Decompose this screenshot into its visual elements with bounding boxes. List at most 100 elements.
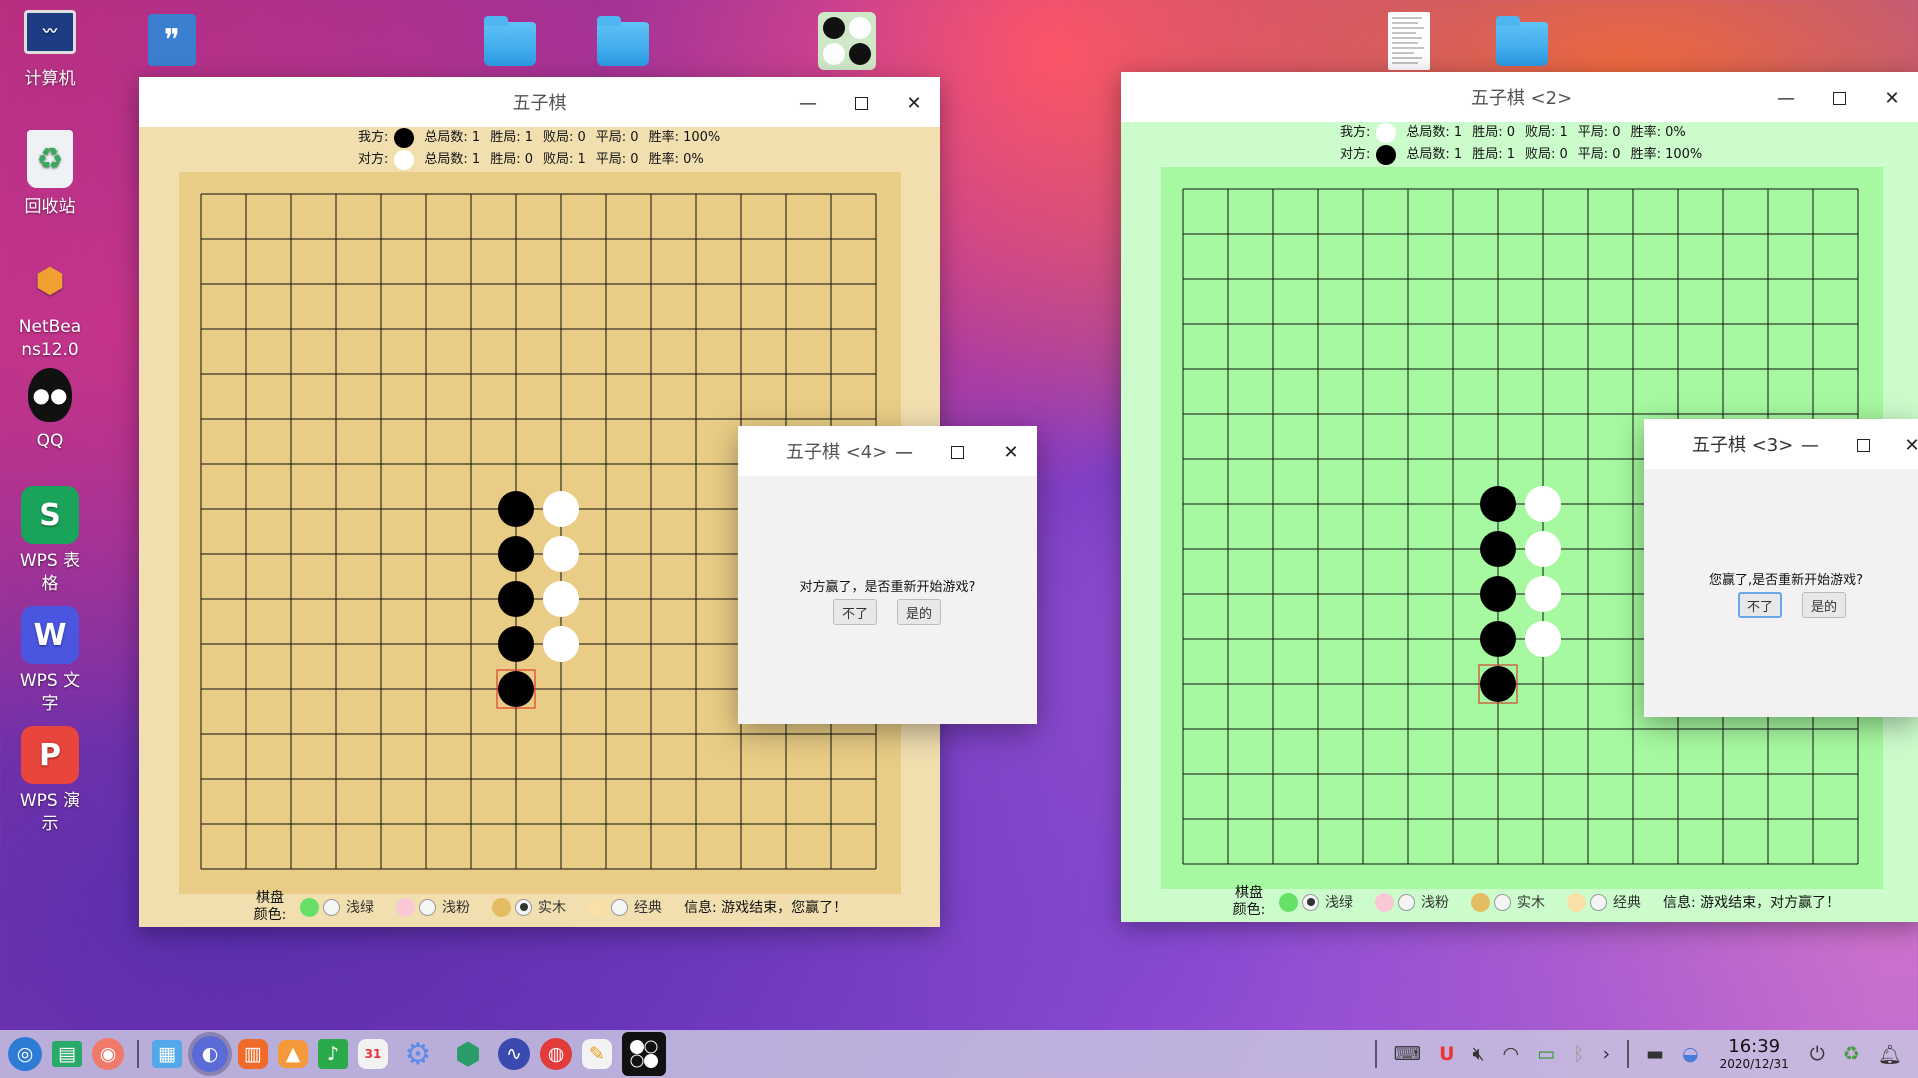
stat-total: 总局数: 1 xyxy=(424,152,481,167)
radio-button[interactable] xyxy=(419,898,436,916)
dialog-titlebar[interactable]: 五子棋 <4> — ✕ xyxy=(738,426,1037,476)
black-stone xyxy=(498,581,534,617)
desktop-icon-qq[interactable]: ●● QQ xyxy=(0,368,100,455)
calendar-icon[interactable]: 31 xyxy=(358,1039,388,1069)
maximize-button[interactable] xyxy=(1821,80,1857,116)
board-color-label: 棋盘 颜色: xyxy=(1232,885,1266,918)
gomoku-taskbar-icon[interactable] xyxy=(622,1032,666,1076)
radio-button[interactable] xyxy=(323,898,340,916)
image-viewer-icon[interactable]: ▲ xyxy=(278,1040,308,1068)
network-sync-icon[interactable]: ◒ xyxy=(1682,1043,1699,1065)
file-manager-icon[interactable]: ▦ xyxy=(152,1040,182,1068)
stat-winrate: 胜率: 0% xyxy=(648,152,704,167)
desktop-icon-computer[interactable]: 〰 计算机 xyxy=(0,10,100,93)
security-u-icon[interactable]: U xyxy=(1439,1043,1454,1065)
bluetooth-icon[interactable]: ᛒ xyxy=(1573,1043,1584,1065)
yes-button[interactable]: 是的 xyxy=(897,599,941,625)
window-titlebar[interactable]: 五子棋 — ✕ xyxy=(139,77,940,127)
close-button[interactable]: ✕ xyxy=(993,434,1029,470)
input-method-icon[interactable]: ▬ xyxy=(1646,1043,1664,1065)
clock-time: 16:39 xyxy=(1728,1036,1781,1057)
white-stone xyxy=(543,581,579,617)
color-option-light-green[interactable]: 浅绿 xyxy=(300,897,374,917)
maximize-button[interactable] xyxy=(1845,427,1881,463)
browser-icon[interactable]: ◐ xyxy=(192,1036,228,1072)
radio-button[interactable] xyxy=(611,898,628,916)
black-stone xyxy=(1480,666,1516,702)
desktop-icon-wps-presentation[interactable]: P WPS 演 示 xyxy=(0,726,100,836)
media-icon[interactable]: ◍ xyxy=(540,1038,572,1070)
yes-button[interactable]: 是的 xyxy=(1802,592,1846,618)
software-store-icon[interactable]: ▥ xyxy=(238,1039,268,1069)
volume-muted-icon[interactable]: 🔇︎ xyxy=(1473,1043,1485,1065)
color-swatch xyxy=(396,897,415,917)
maximize-button[interactable] xyxy=(939,434,975,470)
battery-icon[interactable]: ▭ xyxy=(1537,1043,1555,1065)
radio-button[interactable] xyxy=(1398,893,1415,911)
restart-dialog-4: 五子棋 <4> — ✕ 对方赢了，是否重新开始游戏? 不了 是的 xyxy=(738,426,1037,724)
stat-wins: 胜局: 1 xyxy=(490,130,533,145)
black-stone xyxy=(1480,576,1516,612)
radio-button-selected[interactable] xyxy=(1302,893,1319,911)
color-option-light-pink[interactable]: 浅粉 xyxy=(396,897,470,917)
color-swatch xyxy=(1471,892,1490,912)
draw-app-icon[interactable]: ✎ xyxy=(582,1039,612,1069)
stat-wins: 胜局: 1 xyxy=(1472,147,1515,162)
recycle-tray-icon[interactable]: ♻ xyxy=(1843,1043,1860,1065)
white-stone xyxy=(543,536,579,572)
gomoku-stones-icon xyxy=(630,1040,658,1068)
clock[interactable]: 16:39 2020/12/31 xyxy=(1720,1036,1789,1072)
color-option-light-pink[interactable]: 浅粉 xyxy=(1375,892,1449,912)
close-button[interactable]: ✕ xyxy=(1894,427,1918,463)
taskbar: ◎ ▤ ◉ ▦ ◐ ▥ ▲ ♪ 31 ⚙ ⬢ ∿ ◍ ✎ ⌨ U 🔇︎ ◠ ▭ … xyxy=(0,1030,1918,1078)
close-button[interactable]: ✕ xyxy=(1874,80,1910,116)
desktop-icon-recycle-bin[interactable]: ♻ 回收站 xyxy=(0,130,100,221)
minimize-button[interactable]: — xyxy=(886,434,922,470)
wifi-icon[interactable]: ◠ xyxy=(1503,1043,1520,1065)
close-button[interactable]: ✕ xyxy=(896,85,932,121)
desktop-icon-wps-sheet[interactable]: S WPS 表 格 xyxy=(0,486,100,596)
text-file-icon[interactable] xyxy=(1388,12,1430,70)
dialog-titlebar[interactable]: 五子棋 <3> — ✕ xyxy=(1644,419,1918,469)
color-option-wood[interactable]: 实木 xyxy=(1471,892,1545,912)
radio-button-selected[interactable] xyxy=(515,898,532,916)
stat-total: 总局数: 1 xyxy=(1406,125,1463,140)
gomoku-app-icon[interactable] xyxy=(818,12,876,70)
screen-recorder-icon[interactable]: ◉ xyxy=(92,1038,124,1070)
window-titlebar[interactable]: 五子棋 <2> — ✕ xyxy=(1121,72,1918,122)
folder-icon[interactable] xyxy=(484,16,536,66)
maximize-button[interactable] xyxy=(843,85,879,121)
settings-gear-icon[interactable]: ⚙ xyxy=(398,1034,438,1074)
dialog-message: 对方赢了，是否重新开始游戏? xyxy=(799,580,976,595)
no-button[interactable]: 不了 xyxy=(1738,592,1782,618)
color-option-classic[interactable]: 经典 xyxy=(1567,892,1641,912)
power-icon[interactable]: ⏻ xyxy=(1810,1043,1825,1065)
desktop-icon-label: NetBea ns12.0 xyxy=(18,317,82,360)
qq-icon: ●● xyxy=(28,368,72,422)
desktop-icon-wps-writer[interactable]: W WPS 文 字 xyxy=(0,606,100,716)
keyboard-icon[interactable]: ⌨ xyxy=(1394,1043,1421,1065)
minimize-button[interactable]: — xyxy=(790,85,826,121)
notification-bell-icon[interactable]: 🔔︎ xyxy=(1878,1043,1902,1066)
chevron-right-icon[interactable]: › xyxy=(1602,1043,1610,1065)
music-player-icon[interactable]: ♪ xyxy=(318,1039,348,1069)
no-button[interactable]: 不了 xyxy=(833,599,877,625)
desktop-icon-netbeans[interactable]: ⬢ NetBea ns12.0 xyxy=(0,252,100,362)
netbeans-taskbar-icon[interactable]: ⬢ xyxy=(448,1034,488,1074)
wps-writer-icon: W xyxy=(21,606,79,664)
start-menu-button[interactable]: ◎ xyxy=(8,1037,42,1071)
black-stone xyxy=(1480,621,1516,657)
multitask-view-button[interactable]: ▤ xyxy=(52,1041,82,1067)
color-option-wood[interactable]: 实木 xyxy=(492,897,566,917)
radio-button[interactable] xyxy=(1494,893,1511,911)
minimize-button[interactable]: — xyxy=(1768,80,1804,116)
color-option-classic[interactable]: 经典 xyxy=(588,897,662,917)
minimize-button[interactable]: — xyxy=(1792,427,1828,463)
system-monitor-icon[interactable]: ∿ xyxy=(498,1038,530,1070)
document-icon[interactable]: ❞ xyxy=(148,14,196,66)
color-swatch xyxy=(300,897,319,917)
folder-icon[interactable] xyxy=(1496,16,1548,66)
folder-icon[interactable] xyxy=(597,16,649,66)
radio-button[interactable] xyxy=(1590,893,1607,911)
color-option-light-green[interactable]: 浅绿 xyxy=(1279,892,1353,912)
